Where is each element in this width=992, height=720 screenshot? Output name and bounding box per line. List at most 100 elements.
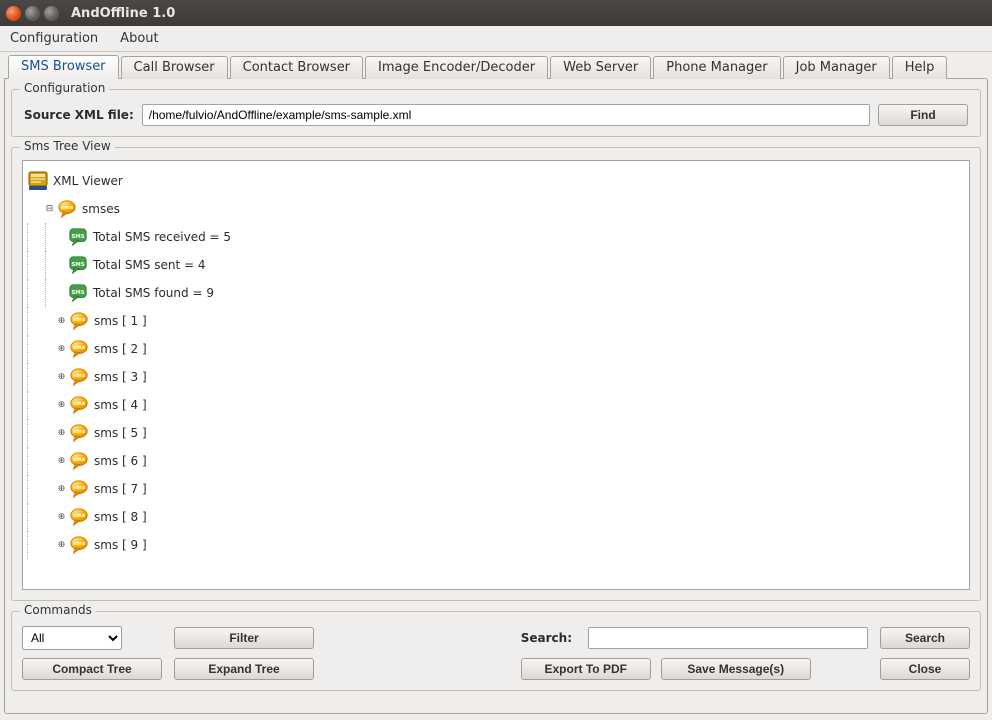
save-messages-button[interactable]: Save Message(s) xyxy=(661,658,811,680)
expand-handle-icon[interactable]: ⊕ xyxy=(57,345,66,354)
save-messages-label: Save Message(s) xyxy=(687,662,784,676)
tab-web-server[interactable]: Web Server xyxy=(550,56,651,79)
close-button[interactable]: Close xyxy=(880,658,970,680)
commands-legend: Commands xyxy=(20,603,96,617)
sms-bubble-orange-icon: sms xyxy=(68,394,90,416)
svg-text:SMS: SMS xyxy=(71,290,84,296)
source-xml-input[interactable] xyxy=(142,104,870,126)
tab-job-manager[interactable]: Job Manager xyxy=(783,56,890,79)
search-button[interactable]: Search xyxy=(880,627,970,649)
window-title: AndOffline 1.0 xyxy=(71,6,175,21)
sms-bubble-orange-icon: sms xyxy=(68,422,90,444)
tree-node-sms-item[interactable]: ⊕smssms [ 1 ] xyxy=(27,307,965,335)
tree-node-smses[interactable]: ⊟ sms smses xyxy=(27,195,965,223)
svg-text:SMS: SMS xyxy=(71,262,84,268)
tree-node-total-found[interactable]: SMS Total SMS found = 9 xyxy=(27,279,965,307)
tree-node-sms-item-label: sms [ 8 ] xyxy=(94,511,147,523)
svg-text:sms: sms xyxy=(73,457,85,463)
expand-handle-icon[interactable]: ⊕ xyxy=(57,317,66,326)
tree-node-sms-item[interactable]: ⊕ sms sms [ 6 ] xyxy=(27,447,965,475)
svg-text:sms: sms xyxy=(73,513,85,519)
find-button-label: Find xyxy=(910,108,935,122)
svg-text:sms: sms xyxy=(61,205,73,211)
window-titlebar: AndOffline 1.0 xyxy=(0,0,992,26)
expand-handle-icon[interactable]: ⊕ xyxy=(57,541,66,550)
tab-pane-sms-browser: Configuration Source XML file: Find Sms … xyxy=(4,78,988,714)
filter-select[interactable]: All xyxy=(22,626,122,650)
tab-label-sms-browser: SMS Browser xyxy=(21,59,106,74)
svg-text:sms: sms xyxy=(73,345,85,351)
filter-button-label: Filter xyxy=(229,631,258,645)
tree-node-total-received[interactable]: SMS Total SMS received = 5 xyxy=(27,223,965,251)
sms-tree: XML Viewer ⊟ sms smses xyxy=(23,161,969,565)
tree-panel[interactable]: XML Viewer ⊟ sms smses xyxy=(22,160,970,590)
expand-handle-icon[interactable]: ⊕ xyxy=(57,485,66,494)
expand-tree-label: Expand Tree xyxy=(208,662,279,676)
tab-label-call-browser: Call Browser xyxy=(134,60,215,75)
tree-node-root[interactable]: XML Viewer xyxy=(27,167,965,195)
expand-handle-icon[interactable]: ⊟ xyxy=(45,205,54,214)
tab-help[interactable]: Help xyxy=(892,56,948,79)
expand-handle-icon[interactable]: ⊕ xyxy=(57,457,66,466)
tab-label-img-enc-dec: Image Encoder/Decoder xyxy=(378,60,535,75)
expand-handle-icon[interactable]: ⊕ xyxy=(57,513,66,522)
tab-contact-browser[interactable]: Contact Browser xyxy=(230,56,363,79)
sms-tree-view-legend: Sms Tree View xyxy=(20,139,115,153)
search-label: Search: xyxy=(521,631,576,645)
tree-node-total-sent[interactable]: SMS Total SMS sent = 4 xyxy=(27,251,965,279)
find-button[interactable]: Find xyxy=(878,104,968,126)
tab-label-web-server: Web Server xyxy=(563,60,638,75)
menubar: Configuration About xyxy=(0,26,992,52)
svg-text:sms: sms xyxy=(73,429,85,435)
expand-tree-button[interactable]: Expand Tree xyxy=(174,658,314,680)
expand-handle-icon[interactable]: ⊕ xyxy=(57,401,66,410)
expand-handle-icon[interactable]: ⊕ xyxy=(57,429,66,438)
configuration-legend: Configuration xyxy=(20,81,109,95)
window-close-button[interactable] xyxy=(6,6,21,21)
tab-call-browser[interactable]: Call Browser xyxy=(121,56,228,79)
tab-label-phone-manager: Phone Manager xyxy=(666,60,767,75)
xml-viewer-icon xyxy=(27,170,49,192)
sms-bubble-green-icon: SMS xyxy=(67,254,89,276)
tree-node-sms-item[interactable]: ⊕smssms [ 9 ] xyxy=(27,531,965,559)
expand-handle-icon[interactable]: ⊕ xyxy=(57,373,66,382)
configuration-groupbox: Configuration Source XML file: Find xyxy=(11,89,981,137)
compact-tree-button[interactable]: Compact Tree xyxy=(22,658,162,680)
search-input[interactable] xyxy=(588,627,868,649)
tree-node-sms-item[interactable]: ⊕ sms sms [ 3 ] xyxy=(27,363,965,391)
window-maximize-button[interactable] xyxy=(44,6,59,21)
tree-node-sms-item[interactable]: ⊕smssms [ 2 ] xyxy=(27,335,965,363)
sms-bubble-orange-icon: sms xyxy=(68,366,90,388)
tab-label-contact-browser: Contact Browser xyxy=(243,60,350,75)
svg-text:sms: sms xyxy=(73,541,85,547)
export-pdf-button[interactable]: Export To PDF xyxy=(521,658,651,680)
menu-configuration[interactable]: Configuration xyxy=(6,29,102,48)
tree-node-sms-item[interactable]: ⊕smssms [ 5 ] xyxy=(27,419,965,447)
tree-node-sms-item-label: sms [ 6 ] xyxy=(94,455,147,467)
sms-bubble-orange-icon: sms xyxy=(68,450,90,472)
tree-node-sms-item[interactable]: ⊕ sms sms [ 4 ] xyxy=(27,391,965,419)
sms-bubble-orange-icon: sms xyxy=(68,338,90,360)
tree-node-sms-item-label: sms [ 3 ] xyxy=(94,371,147,383)
sms-bubble-green-icon: SMS xyxy=(67,282,89,304)
sms-bubble-green-icon: SMS xyxy=(67,226,89,248)
tab-label-job-manager: Job Manager xyxy=(796,60,877,75)
search-button-label: Search xyxy=(905,631,945,645)
svg-text:sms: sms xyxy=(73,401,85,407)
window-minimize-button[interactable] xyxy=(25,6,40,21)
tree-node-sms-item[interactable]: ⊕ sms sms [ 8 ] xyxy=(27,503,965,531)
tab-phone-manager[interactable]: Phone Manager xyxy=(653,56,780,79)
tree-node-root-label: XML Viewer xyxy=(53,175,123,187)
export-pdf-label: Export To PDF xyxy=(545,662,627,676)
filter-button[interactable]: Filter xyxy=(174,627,314,649)
tree-node-total-sent-label: Total SMS sent = 4 xyxy=(93,259,206,271)
tab-image-encoder-decoder[interactable]: Image Encoder/Decoder xyxy=(365,56,548,79)
tab-sms-browser[interactable]: SMS Browser xyxy=(8,55,119,79)
menu-about[interactable]: About xyxy=(116,29,162,48)
tree-node-sms-item[interactable]: ⊕smssms [ 7 ] xyxy=(27,475,965,503)
tree-node-sms-item-label: sms [ 4 ] xyxy=(94,399,147,411)
sms-bubble-orange-icon: sms xyxy=(56,198,78,220)
svg-text:sms: sms xyxy=(73,485,85,491)
svg-text:sms: sms xyxy=(73,373,85,379)
close-button-label: Close xyxy=(909,662,942,676)
